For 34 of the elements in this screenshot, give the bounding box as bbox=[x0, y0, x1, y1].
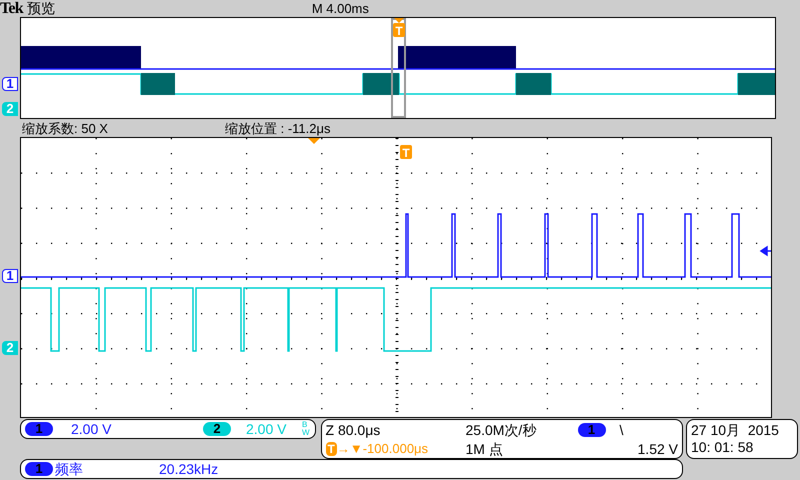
channel-scale: 2.00 V bbox=[71, 420, 112, 438]
trigger-position: →▼-100.000μs bbox=[336, 440, 428, 458]
trigger-level-arrow-icon bbox=[760, 246, 772, 256]
zoom-position: 缩放位置 : -11.2μs bbox=[225, 121, 330, 137]
timebase-label: M 4.00ms bbox=[312, 0, 369, 17]
channel-badge: 2 bbox=[203, 422, 231, 436]
measurement-source-badge: 1 bbox=[25, 462, 53, 476]
channel-badge: 1 bbox=[25, 422, 53, 436]
channel-marker: 1 bbox=[2, 269, 18, 283]
zoom-factor: 缩放系数: 50 X bbox=[22, 121, 109, 137]
measurement-value: 20.23kHz bbox=[159, 460, 218, 478]
brand-logo: Tek bbox=[0, 0, 23, 17]
channel-marker: 2 bbox=[2, 102, 18, 116]
sample-rate: 25.0M次/秒 bbox=[466, 420, 538, 438]
record-burst-drawing bbox=[516, 73, 551, 95]
channel-marker: 2 bbox=[2, 341, 18, 355]
time-label: 10: 01: 58 bbox=[691, 439, 754, 456]
channel-marker: 1 bbox=[2, 77, 18, 91]
trigger-source-badge: 1 bbox=[578, 422, 606, 436]
bandwidth-limit-indicator: BW bbox=[302, 421, 310, 437]
trigger-level: 1.52 V bbox=[636, 440, 678, 458]
date-label: 27 10月 2015 bbox=[691, 422, 780, 439]
zoom-timebase: Z 80.0μs bbox=[326, 420, 382, 438]
measurement-name: 频率 bbox=[55, 460, 84, 478]
record-burst-drawing bbox=[738, 73, 776, 95]
record-burst-drawing bbox=[141, 73, 175, 95]
trigger-marker-icon: T bbox=[400, 145, 412, 160]
record-burst-drawing bbox=[363, 73, 399, 95]
trigger-slope: \ bbox=[620, 420, 624, 438]
record-length: 1M 点 bbox=[466, 440, 504, 458]
trigger-badge: T bbox=[326, 442, 337, 456]
mode-label: 预览 bbox=[26, 0, 55, 17]
zoom-position-marker-icon bbox=[308, 138, 320, 144]
channel-scale: 2.00 V bbox=[246, 420, 288, 438]
